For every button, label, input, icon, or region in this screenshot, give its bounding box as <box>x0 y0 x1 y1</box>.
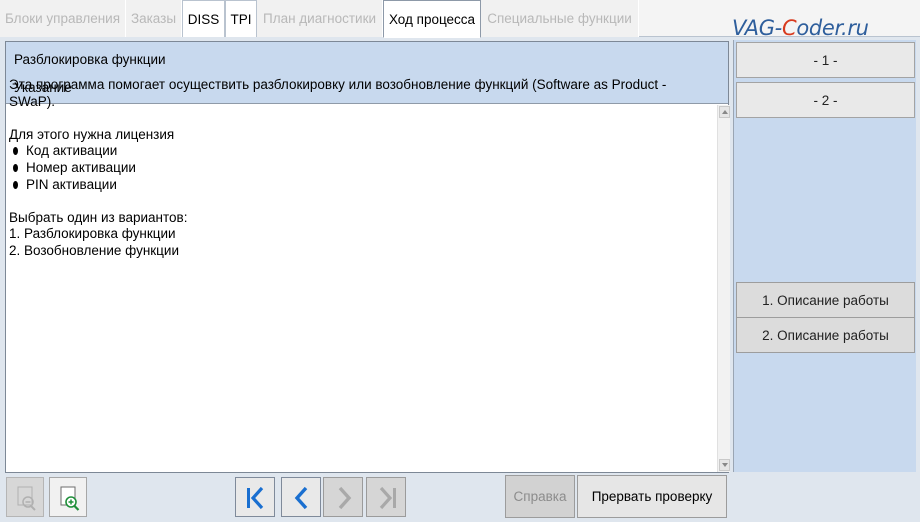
license-item-label: Номер активации <box>26 159 136 175</box>
step-1-button[interactable]: - 1 - <box>736 42 915 78</box>
intro-line-2: SWaP). <box>9 93 56 109</box>
choose-heading: Выбрать один из вариантов: <box>9 209 188 225</box>
skip-last-icon <box>379 486 396 510</box>
watermark-highlight: C <box>781 16 797 40</box>
license-item: Код активации <box>9 143 699 160</box>
bullet-icon <box>13 180 18 189</box>
scroll-down-button[interactable] <box>719 459 730 471</box>
previous-step-button[interactable] <box>281 477 321 517</box>
zoom-out-icon <box>17 486 36 511</box>
abort-test-button[interactable]: Прервать проверку <box>577 475 727 518</box>
tab-orders: Заказы <box>126 0 182 37</box>
scroll-up-icon <box>722 110 728 114</box>
zoom-out-button[interactable] <box>6 477 44 517</box>
bullet-icon <box>13 163 18 172</box>
tab-special-functions: Специальные функции <box>481 0 639 37</box>
arrow-left-icon <box>294 486 308 510</box>
option-item: 1. Разблокировка функции <box>9 226 176 242</box>
watermark-prefix: VAG- <box>732 16 782 40</box>
license-item-label: Код активации <box>26 143 118 159</box>
arrow-right-icon <box>338 486 352 510</box>
watermark-logo: VAG-Coder.ru <box>732 16 869 40</box>
help-button[interactable]: Справка <box>505 475 575 518</box>
tab-diagnostic-plan: План диагностики <box>257 0 383 37</box>
tab-process[interactable]: Ход процесса <box>383 0 481 38</box>
skip-first-icon <box>247 486 264 510</box>
watermark-suffix: oder.ru <box>796 16 869 40</box>
last-step-button[interactable] <box>366 477 406 517</box>
zoom-in-button[interactable] <box>49 477 87 517</box>
page-title: Разблокировка функции <box>14 52 166 67</box>
instruction-text: Эта программа помогает осуществить разбл… <box>9 77 699 260</box>
step-2-button[interactable]: - 2 - <box>736 82 915 118</box>
job-description-2-button[interactable]: 2. Описание работы <box>736 317 915 353</box>
vertical-scrollbar[interactable] <box>717 105 730 472</box>
next-step-button[interactable] <box>323 477 363 517</box>
tab-tpi[interactable]: TPI <box>225 0 257 37</box>
license-item-label: PIN активации <box>26 176 117 192</box>
bottom-toolbar <box>0 473 920 522</box>
scroll-down-icon <box>722 463 728 467</box>
license-heading: Для этого нужна лицензия <box>9 126 175 142</box>
option-item: 2. Возобновление функции <box>9 242 179 258</box>
job-description-1-button[interactable]: 1. Описание работы <box>736 282 915 318</box>
zoom-in-document-icon <box>60 486 80 511</box>
intro-line-1: Эта программа помогает осуществить разбл… <box>9 77 667 92</box>
first-step-button[interactable] <box>235 477 275 517</box>
scroll-up-button[interactable] <box>719 106 730 118</box>
tab-diss[interactable]: DISS <box>182 0 225 37</box>
tab-control-units: Блоки управления <box>0 0 126 37</box>
bullet-icon <box>13 147 18 156</box>
right-panel: - 1 - - 2 - 1. Описание работы 2. Описан… <box>733 40 916 472</box>
license-item: Номер активации <box>9 160 699 177</box>
license-item: PIN активации <box>9 177 699 194</box>
